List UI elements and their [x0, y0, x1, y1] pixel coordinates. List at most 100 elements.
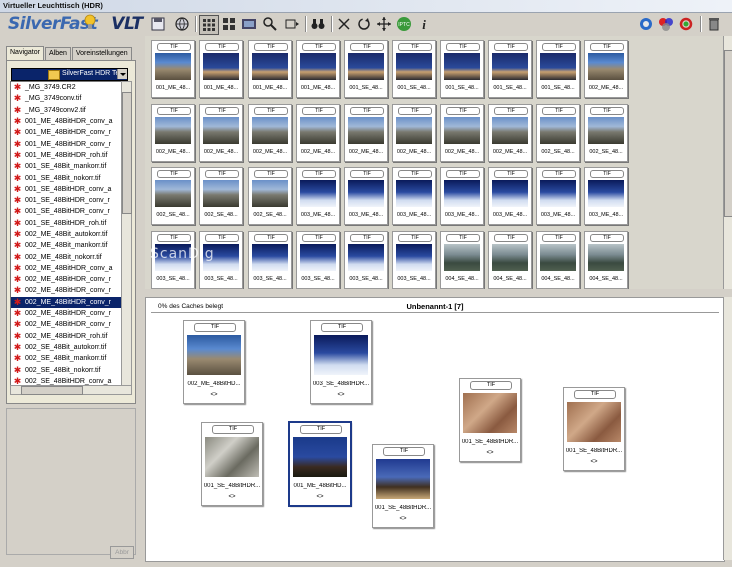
- folder-dropdown[interactable]: SilverFast HDR Test: [11, 68, 128, 81]
- rotate-control[interactable]: <>: [202, 494, 262, 500]
- thumbnail-card[interactable]: TIF 004_SE_48...: [440, 231, 484, 289]
- list-item[interactable]: ✱ 001_ME_48BitHDR_conv_r: [11, 127, 121, 138]
- list-item[interactable]: ✱ 001_ME_48BitHDR_roh.tif: [11, 150, 121, 161]
- list-item[interactable]: ✱ _MG_3749.CR2: [11, 82, 121, 93]
- thumbnail-card[interactable]: TIF 004_SE_48...: [536, 231, 580, 289]
- move-icon[interactable]: [375, 15, 393, 33]
- color-mgmt-icon[interactable]: [657, 15, 675, 33]
- save-icon[interactable]: [147, 15, 169, 33]
- light-table-card[interactable]: TIF 001_ME_48BitHD... <>: [288, 421, 352, 507]
- thumbnail-card[interactable]: TIF 003_SE_48...: [392, 231, 436, 289]
- list-item[interactable]: ✱ 002_ME_48Bit_mankorr.tif: [11, 240, 121, 251]
- list-item[interactable]: ✱ 002_SE_48Bit_autokorr.tif: [11, 342, 121, 353]
- thumbnail-card[interactable]: TIF 002_ME_48...: [488, 104, 532, 162]
- list-item[interactable]: ✱ 002_ME_48BitHDR_conv_r: [11, 285, 121, 296]
- thumbnail-card[interactable]: TIF 001_SE_48...: [488, 40, 532, 98]
- thumbnail-card[interactable]: TIF 003_SE_48...: [248, 231, 292, 289]
- rotate-control[interactable]: <>: [460, 450, 520, 456]
- thumbnail-card[interactable]: TIF 001_ME_48...: [199, 40, 243, 98]
- light-table-card[interactable]: TIF 001_SE_48BitHDR... <>: [201, 422, 263, 506]
- thumbnail-card[interactable]: TIF 001_SE_48...: [392, 40, 436, 98]
- thumbnail-card[interactable]: TIF 001_SE_48...: [536, 40, 580, 98]
- thumbnail-card[interactable]: TIF 002_ME_48...: [248, 104, 292, 162]
- list-item[interactable]: ✱ 001_SE_48BitHDR_conv_r: [11, 206, 121, 217]
- grid-view-icon[interactable]: [199, 15, 219, 35]
- thumbnail-card[interactable]: TIF 002_ME_48...: [296, 104, 340, 162]
- color-balance-icon[interactable]: [677, 15, 695, 33]
- thumbnail-card[interactable]: TIF 003_ME_48...: [488, 167, 532, 225]
- list-item[interactable]: ✱ 002_ME_48Bit_nokorr.tif: [11, 251, 121, 262]
- light-table-card[interactable]: TIF 001_SE_48BitHDR... <>: [459, 378, 521, 462]
- thumbnail-card[interactable]: TIF 001_ME_48...: [296, 40, 340, 98]
- list-item[interactable]: ✱ 001_SE_48BitHDR_roh.tif: [11, 218, 121, 229]
- list-item[interactable]: ✱ 002_SE_48Bit_nokorr.tif: [11, 364, 121, 375]
- list-item[interactable]: ✱ 002_ME_48BitHDR_conv_a: [11, 263, 121, 274]
- color-wheel-icon[interactable]: [637, 15, 655, 33]
- thumbnail-card[interactable]: TIF 002_SE_48...: [199, 167, 243, 225]
- thumbnail-card[interactable]: TIF 002_ME_48...: [440, 104, 484, 162]
- thumbnail-card[interactable]: TIF 001_SE_48...: [440, 40, 484, 98]
- scrollbar-thumb[interactable]: [21, 386, 83, 395]
- thumbnail-card[interactable]: TIF 002_SE_48...: [151, 167, 195, 225]
- list-item[interactable]: ✱ 002_ME_48BitHDR_conv_r: [11, 308, 121, 319]
- rotate-control[interactable]: <>: [311, 392, 371, 398]
- binoculars-icon[interactable]: [309, 15, 327, 33]
- iptc-icon[interactable]: IPTC: [395, 15, 413, 33]
- scrollbar-thumb[interactable]: [122, 92, 132, 214]
- trash-icon[interactable]: [705, 15, 723, 33]
- thumbnail-card[interactable]: TIF 001_ME_48...: [248, 40, 292, 98]
- list-item[interactable]: ✱ 001_ME_48BitHDR_conv_r: [11, 138, 121, 149]
- light-table-card[interactable]: TIF 002_ME_48BitHD... <>: [183, 320, 245, 404]
- thumbnail-card[interactable]: TIF 002_ME_48...: [344, 104, 388, 162]
- list-item[interactable]: ✱ 001_SE_48Bit_mankorr.tif: [11, 161, 121, 172]
- thumbnail-card[interactable]: TIF 001_SE_48...: [344, 40, 388, 98]
- thumbnail-card[interactable]: TIF 003_ME_48...: [296, 167, 340, 225]
- thumbnail-card[interactable]: TIF 003_ME_48...: [584, 167, 628, 225]
- thumbnail-card[interactable]: TIF 003_ME_48...: [536, 167, 580, 225]
- list-item[interactable]: ✱ 001_SE_48BitHDR_conv_a: [11, 184, 121, 195]
- file-list-scrollbar[interactable]: [121, 81, 132, 387]
- light-table-card[interactable]: TIF 001_SE_48BitHDR... <>: [372, 444, 434, 528]
- list-item[interactable]: ✱ _MG_3749conv.tif: [11, 93, 121, 104]
- tab-navigator[interactable]: Navigator: [6, 46, 44, 60]
- delete-icon[interactable]: [335, 15, 353, 33]
- list-item[interactable]: ✱ 002_ME_48BitHDR_roh.tif: [11, 331, 121, 342]
- info-icon[interactable]: i: [415, 15, 433, 33]
- thumbnail-card[interactable]: TIF 002_SE_48...: [248, 167, 292, 225]
- grid-large-icon[interactable]: [220, 15, 238, 33]
- chevron-down-icon[interactable]: [117, 69, 127, 79]
- thumbnail-card[interactable]: TIF 003_SE_48...: [296, 231, 340, 289]
- thumbnail-card[interactable]: TIF 003_ME_48...: [344, 167, 388, 225]
- thumbnail-scrollbar[interactable]: [723, 36, 732, 289]
- thumbnail-card[interactable]: TIF 003_ME_48...: [392, 167, 436, 225]
- thumbnail-card[interactable]: TIF 003_ME_48...: [440, 167, 484, 225]
- list-item[interactable]: ✱ _MG_3749conv2.tif: [11, 105, 121, 116]
- list-item[interactable]: ✱ 002_ME_48BitHDR_conv_r: [11, 274, 121, 285]
- thumbnail-card[interactable]: TIF 002_ME_48...: [584, 40, 628, 98]
- list-item[interactable]: ✱ 001_SE_48BitHDR_conv_r: [11, 195, 121, 206]
- light-table-card[interactable]: TIF 001_SE_48BitHDR... <>: [563, 387, 625, 471]
- thumb-size-icon[interactable]: [283, 15, 301, 33]
- thumbnail-card[interactable]: TIF 002_ME_48...: [199, 104, 243, 162]
- thumbnail-card[interactable]: TIF 002_SE_48...: [536, 104, 580, 162]
- light-table-scrollbar[interactable]: [723, 297, 732, 560]
- rotate-control[interactable]: <>: [184, 392, 244, 398]
- thumbnail-card[interactable]: TIF 001_ME_48...: [151, 40, 195, 98]
- list-item[interactable]: ✱ 002_SE_48Bit_mankorr.tif: [11, 353, 121, 364]
- rotate-control[interactable]: <>: [373, 516, 433, 522]
- list-item[interactable]: ✱ 002_ME_48BitHDR_conv_r: [11, 319, 121, 330]
- thumbnail-card[interactable]: TIF 003_SE_48...: [344, 231, 388, 289]
- apply-button[interactable]: Abbr: [110, 546, 134, 559]
- list-item[interactable]: ✱ 002_ME_48BitHDR_conv_r: [11, 296, 121, 308]
- rotate-control[interactable]: <>: [290, 494, 350, 500]
- thumbnail-card[interactable]: TIF 004_SE_48...: [488, 231, 532, 289]
- file-list-hscrollbar[interactable]: [10, 385, 132, 395]
- tab-voreinstellungen[interactable]: Voreinstellungen: [71, 47, 132, 60]
- filmstrip-icon[interactable]: [240, 15, 258, 33]
- tab-alben[interactable]: Alben: [44, 47, 71, 60]
- thumbnail-card[interactable]: TIF 002_SE_48...: [584, 104, 628, 162]
- light-table-card[interactable]: TIF 003_SE_48BitHDR... <>: [310, 320, 372, 404]
- thumbnail-card[interactable]: TIF 002_ME_48...: [392, 104, 436, 162]
- rotate-icon[interactable]: [355, 15, 373, 33]
- list-item[interactable]: ✱ 001_SE_48Bit_nokorr.tif: [11, 172, 121, 183]
